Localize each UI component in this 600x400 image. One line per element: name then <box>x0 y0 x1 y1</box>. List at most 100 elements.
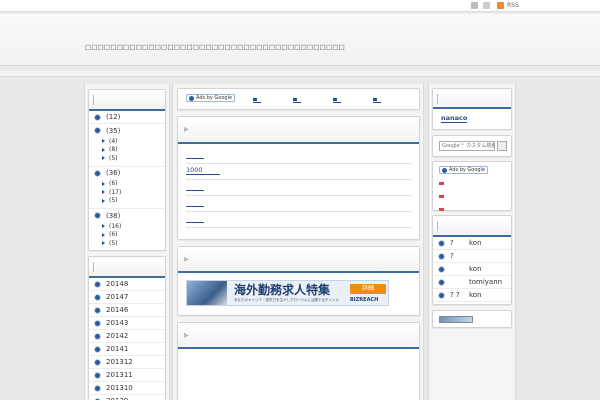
category-bullet-icon <box>94 127 101 134</box>
entry-list: 1000 <box>178 144 419 228</box>
archive-item[interactable]: 20146 <box>89 304 165 317</box>
archive-item[interactable]: 20148 <box>89 278 165 291</box>
subcategory-item[interactable]: (16) <box>89 222 165 231</box>
archive-label: 20146 <box>106 306 129 314</box>
arrow-right-icon <box>102 198 105 203</box>
archive-bullet-icon <box>94 293 101 301</box>
nanaco-link[interactable]: nanaco <box>441 114 468 123</box>
job-banner-ad[interactable]: 海外勤務求人特集 あなたのキャリア・語学力を生かしグローバルに活躍するチャンス … <box>186 280 389 306</box>
subcategory-item[interactable]: (6) <box>89 231 165 240</box>
ad-link-2[interactable] <box>293 98 302 103</box>
archive-bullet-icon <box>94 371 101 379</box>
subcategory-count: (5) <box>109 154 118 162</box>
subcategory-item[interactable]: (8) <box>89 146 165 155</box>
nanaco-box-header <box>433 89 511 109</box>
entry-link[interactable]: 1000 <box>186 167 220 175</box>
archive-item[interactable]: 20142 <box>89 330 165 343</box>
category-count: (36) <box>106 169 121 177</box>
comment-item[interactable]: ? ? kon <box>433 289 511 302</box>
category-box-header <box>89 90 165 111</box>
archive-box-header <box>89 257 165 278</box>
arrow-right-icon <box>102 147 105 152</box>
search-button[interactable] <box>497 141 507 151</box>
category-list: (12) (35) (4) (8) (5) (36) (6) (17) (5) (38) (16)(… <box>89 111 165 252</box>
archive-box: 20148 20147 20146 20143 20142 20141 201312 2013… <box>88 256 166 400</box>
subcategory-count: (6) <box>109 180 118 188</box>
entry-link[interactable] <box>186 222 204 223</box>
ad-links-bar: Ads by Google <box>177 88 420 110</box>
subcategory-item[interactable]: (5) <box>89 197 165 206</box>
ad-link-1[interactable] <box>253 98 262 103</box>
comment-item[interactable]: kon <box>433 263 511 276</box>
counter-widget[interactable] <box>439 316 473 323</box>
category-count: (38) <box>106 211 121 220</box>
banner-headline: 海外勤務求人特集 <box>234 283 331 297</box>
subcategory-item[interactable]: (17) <box>89 188 165 197</box>
ads-by-google-badge[interactable]: Ads by Google <box>186 94 236 102</box>
comment-entry: ? <box>450 239 454 247</box>
category-bullet-icon <box>94 169 101 177</box>
banner-subtext: あなたのキャリア・語学力を生かしグローバルに活躍するチャンス <box>234 298 339 302</box>
category-box: (12) (35) (4) (8) (5) (36) (6) (17) (5) (38) (16)(… <box>88 89 166 252</box>
banner-box-header: ▸ <box>178 247 419 273</box>
entry-row <box>186 212 411 228</box>
subcategory-count: (8) <box>109 146 118 154</box>
arrow-right-icon <box>102 156 105 161</box>
archive-bullet-icon <box>94 319 101 327</box>
archive-item[interactable]: 20141 <box>89 343 165 356</box>
subcategory-count: (16) <box>109 222 122 230</box>
comment-item[interactable]: ? kon <box>433 237 511 250</box>
subcategory-item[interactable]: (4) <box>89 137 165 146</box>
rss-icon <box>497 2 504 9</box>
subcategory-count: (5) <box>109 197 118 205</box>
right-ad-link-2[interactable] <box>439 194 511 202</box>
category-item[interactable]: (36) <box>89 167 165 180</box>
entry-row <box>186 148 411 164</box>
comment-item[interactable]: tomiyann <box>433 276 511 289</box>
entry-link[interactable] <box>186 190 204 191</box>
archive-bullet-icon <box>94 332 101 340</box>
ad-link-3[interactable] <box>333 98 342 103</box>
category-item[interactable]: (38) <box>89 209 165 222</box>
archive-item[interactable]: 20143 <box>89 317 165 330</box>
subcategory-count: (5) <box>109 239 118 247</box>
subcategory-item[interactable]: (6) <box>89 180 165 189</box>
subcategory-count: (17) <box>109 188 122 196</box>
user-icon[interactable] <box>471 2 478 9</box>
ad-link-4[interactable] <box>373 98 382 103</box>
recent-comments-header <box>433 216 511 237</box>
banner-box: ▸ 海外勤務求人特集 あなたのキャリア・語学力を生かしグローバルに活躍するチャン… <box>177 246 420 316</box>
comment-item[interactable]: ? <box>433 250 511 263</box>
subcategory-item[interactable]: (5) <box>89 154 165 163</box>
banner-detail-button[interactable]: 詳細 <box>350 284 386 294</box>
ads-by-google-badge-right[interactable]: Ads by Google <box>439 166 489 174</box>
right-ad-link-3[interactable] <box>439 207 511 215</box>
rss-link[interactable]: RSS <box>497 2 519 9</box>
search-input[interactable] <box>439 141 495 151</box>
category-item[interactable]: (35) <box>89 124 165 137</box>
entry-row <box>186 196 411 212</box>
category-count: (35) <box>106 126 121 135</box>
archive-item[interactable]: 201312 <box>89 356 165 369</box>
info-icon <box>442 167 447 173</box>
subcategory-count: (4) <box>109 137 118 145</box>
top-bar: RSS <box>0 0 600 12</box>
entry-row <box>186 180 411 196</box>
subcategory-item[interactable]: (5) <box>89 239 165 248</box>
subcategory-group: (6) (17) (5) <box>89 180 165 209</box>
arrow-right-icon <box>102 241 105 246</box>
arrow-right-icon <box>102 181 105 186</box>
entry-link[interactable] <box>186 158 204 159</box>
archive-item[interactable]: 20147 <box>89 291 165 304</box>
archive-item[interactable]: 20139 <box>89 395 165 400</box>
recent-entries-box: ▸ 1000 <box>177 116 420 240</box>
right-ad-link-1[interactable] <box>439 181 511 189</box>
entry-link[interactable] <box>186 206 204 207</box>
category-item[interactable]: (12) <box>89 111 165 124</box>
archive-item[interactable]: 201310 <box>89 382 165 395</box>
archive-list: 20148 20147 20146 20143 20142 20141 201312 2013… <box>89 278 165 400</box>
archive-label: 201311 <box>106 371 133 379</box>
archive-item[interactable]: 201311 <box>89 369 165 382</box>
mail-icon[interactable] <box>483 2 490 9</box>
arrow-right-icon <box>102 232 105 237</box>
